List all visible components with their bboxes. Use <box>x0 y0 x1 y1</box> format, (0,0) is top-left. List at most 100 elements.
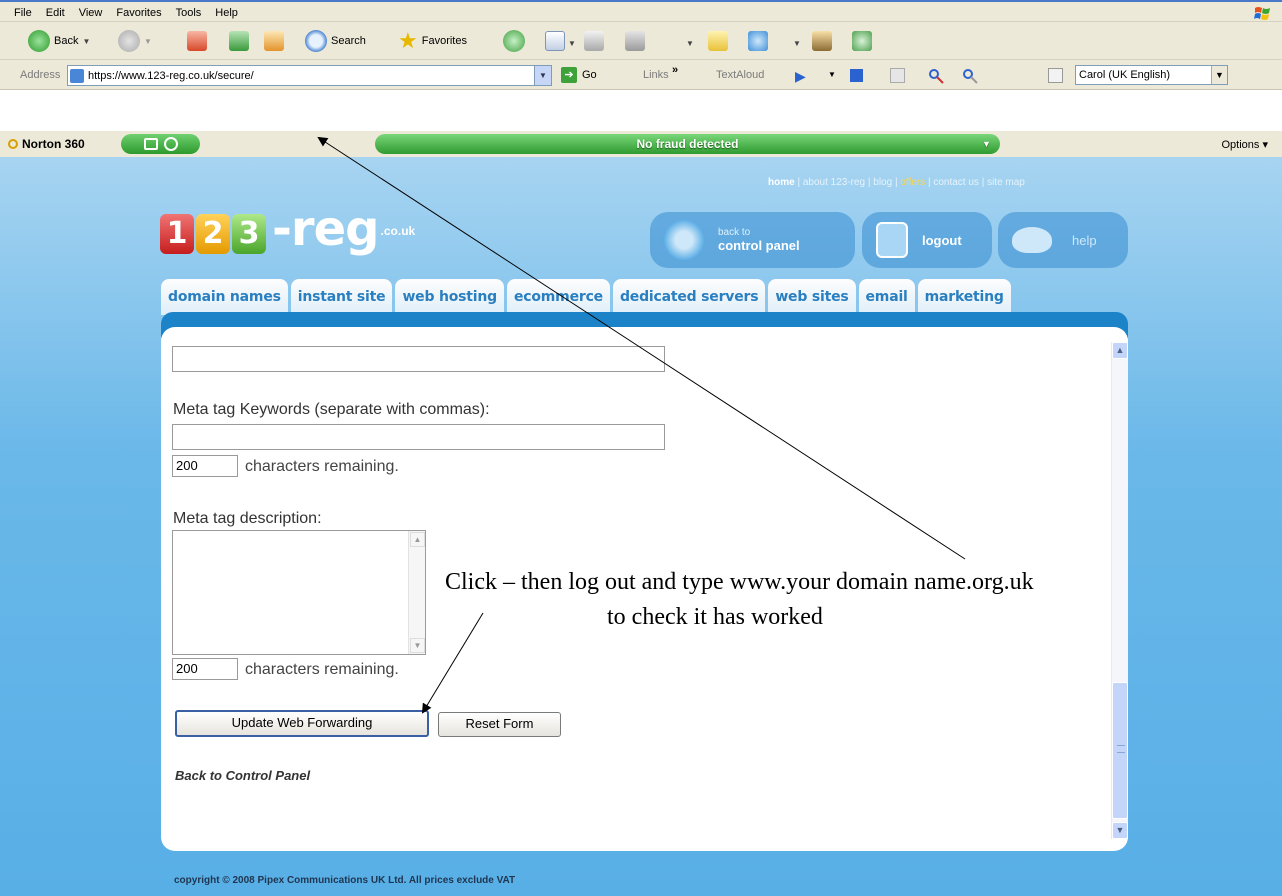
link-sitemap[interactable]: site map <box>987 177 1025 188</box>
forward-dropdown-icon[interactable]: ▼ <box>144 37 152 46</box>
tab-marketing[interactable]: marketing <box>917 279 1011 315</box>
magnify-alt-icon[interactable] <box>962 68 978 84</box>
link-home[interactable]: home <box>768 177 795 188</box>
control-panel-button[interactable]: back to control panel <box>650 212 855 268</box>
history-icon[interactable] <box>503 30 525 52</box>
document-icon[interactable] <box>890 68 905 83</box>
site-logo[interactable]: 1 2 3 -reg .co.uk <box>160 192 415 254</box>
menu-file[interactable]: File <box>14 7 32 19</box>
keywords-input[interactable] <box>172 424 665 450</box>
address-dropdown-icon[interactable]: ▼ <box>534 66 551 85</box>
phone-icon <box>1012 227 1052 253</box>
tab-dedicated-servers[interactable]: dedicated servers <box>612 279 766 315</box>
textarea-scrollbar[interactable]: ▲ ▼ <box>408 531 425 654</box>
keywords-label: Meta tag Keywords (separate with commas)… <box>173 401 490 418</box>
back-button[interactable]: Back ▼ <box>28 30 90 52</box>
links-label[interactable]: Links <box>643 69 669 81</box>
logout-label: logout <box>922 232 962 248</box>
annotation-line-2: to check it has worked <box>607 604 823 630</box>
monitor-icon[interactable] <box>143 138 158 150</box>
link-blog[interactable]: blog <box>873 177 892 188</box>
voice-dropdown-icon[interactable]: ▼ <box>1211 66 1227 84</box>
edit-dropdown-icon[interactable]: ▼ <box>686 39 694 48</box>
norton-ring-icon <box>8 139 18 149</box>
search-button[interactable]: Search <box>305 30 366 52</box>
norton-label[interactable]: Norton 360 <box>8 137 85 151</box>
forward-arrow-icon <box>118 30 140 52</box>
play-icon[interactable]: ▶ <box>795 68 806 85</box>
edit-icon[interactable] <box>625 31 645 51</box>
tab-ecommerce[interactable]: ecommerce <box>506 279 610 315</box>
scroll-thumb[interactable] <box>1112 682 1128 819</box>
link-contact[interactable]: contact us <box>933 177 979 188</box>
back-dropdown-icon[interactable]: ▼ <box>82 37 90 46</box>
top-links: home | about 123-reg | blog | offers | c… <box>768 177 1025 188</box>
help-label: help <box>1072 232 1097 248</box>
go-label: Go <box>582 69 597 81</box>
globe-icon[interactable] <box>163 137 178 151</box>
nav-tabs: domain names instant site web hosting ec… <box>161 279 1011 315</box>
logout-button[interactable]: logout <box>862 212 992 268</box>
norton-toolbar: Norton 360 No fraud detected ▼ Options ▾ <box>0 131 1282 157</box>
magnify-icon[interactable] <box>928 68 944 84</box>
control-panel-big: control panel <box>718 238 800 253</box>
reset-form-button[interactable]: Reset Form <box>438 712 561 737</box>
go-arrow-icon: ➔ <box>561 67 577 83</box>
back-to-control-panel-link[interactable]: Back to Control Panel <box>175 768 310 783</box>
menu-favorites[interactable]: Favorites <box>116 7 161 19</box>
menu-help[interactable]: Help <box>215 7 238 19</box>
menu-view[interactable]: View <box>79 7 103 19</box>
tab-web-hosting[interactable]: web hosting <box>395 279 504 315</box>
messenger-dropdown-icon[interactable]: ▼ <box>793 39 801 48</box>
tab-instant-site[interactable]: instant site <box>290 279 393 315</box>
fraud-dropdown-icon[interactable]: ▼ <box>981 140 992 149</box>
settings-icon[interactable] <box>1048 68 1063 83</box>
refresh-icon[interactable] <box>229 31 249 51</box>
scroll-up-icon[interactable]: ▲ <box>1112 342 1128 359</box>
logout-door-icon <box>876 222 908 258</box>
description-textarea[interactable]: ▲ ▼ <box>172 530 426 655</box>
forward-button[interactable]: ▼ <box>118 30 152 52</box>
print-icon[interactable] <box>584 31 604 51</box>
stop-playback-icon[interactable] <box>850 69 863 82</box>
research-icon[interactable] <box>812 31 832 51</box>
address-input[interactable]: https://www.123-reg.co.uk/secure/ ▼ <box>67 65 552 86</box>
frame-scrollbar[interactable]: ▲ ▼ <box>1111 342 1128 839</box>
voice-select[interactable]: Carol (UK English) ▼ <box>1075 65 1228 85</box>
messenger-icon[interactable] <box>748 31 768 51</box>
search-label: Search <box>331 35 366 47</box>
logo-digit-2: 2 <box>196 214 230 254</box>
norton-options-menu[interactable]: Options ▾ <box>1222 138 1269 151</box>
logo-digit-3: 3 <box>232 214 266 254</box>
textarea-scroll-up-icon[interactable]: ▲ <box>410 532 425 547</box>
description-count: 200 <box>172 658 238 680</box>
tab-email[interactable]: email <box>858 279 915 315</box>
mail-dropdown-icon[interactable]: ▼ <box>568 39 576 48</box>
mail-icon[interactable] <box>545 31 565 51</box>
address-bar: Address https://www.123-reg.co.uk/secure… <box>0 60 1282 90</box>
menu-edit[interactable]: Edit <box>46 7 65 19</box>
links-chevron-icon[interactable]: » <box>672 64 678 76</box>
tab-domain-names[interactable]: domain names <box>161 279 288 315</box>
tab-web-sites[interactable]: web sites <box>768 279 856 315</box>
logo-reg: -reg <box>272 201 380 257</box>
textarea-scroll-down-icon[interactable]: ▼ <box>410 638 425 653</box>
update-web-forwarding-button[interactable]: Update Web Forwarding <box>175 710 429 737</box>
search-icon <box>305 30 327 52</box>
folder-icon[interactable] <box>708 31 728 51</box>
stop-icon[interactable] <box>187 31 207 51</box>
contacts-icon[interactable] <box>852 31 872 51</box>
fraud-status-bar[interactable]: No fraud detected ▼ <box>375 134 1000 154</box>
home-icon[interactable] <box>264 31 284 51</box>
meta-title-input[interactable] <box>172 346 665 372</box>
back-arrow-icon <box>28 30 50 52</box>
menu-tools[interactable]: Tools <box>176 7 202 19</box>
go-button[interactable]: ➔ Go <box>561 67 597 83</box>
scroll-down-icon[interactable]: ▼ <box>1112 822 1128 839</box>
help-button[interactable]: help <box>998 212 1128 268</box>
link-offers[interactable]: offers <box>900 177 925 188</box>
norton-buttons[interactable] <box>121 134 200 154</box>
play-dropdown-icon[interactable]: ▼ <box>828 70 836 79</box>
link-about[interactable]: about 123-reg <box>803 177 865 188</box>
favorites-button[interactable]: ★ Favorites <box>398 30 467 52</box>
